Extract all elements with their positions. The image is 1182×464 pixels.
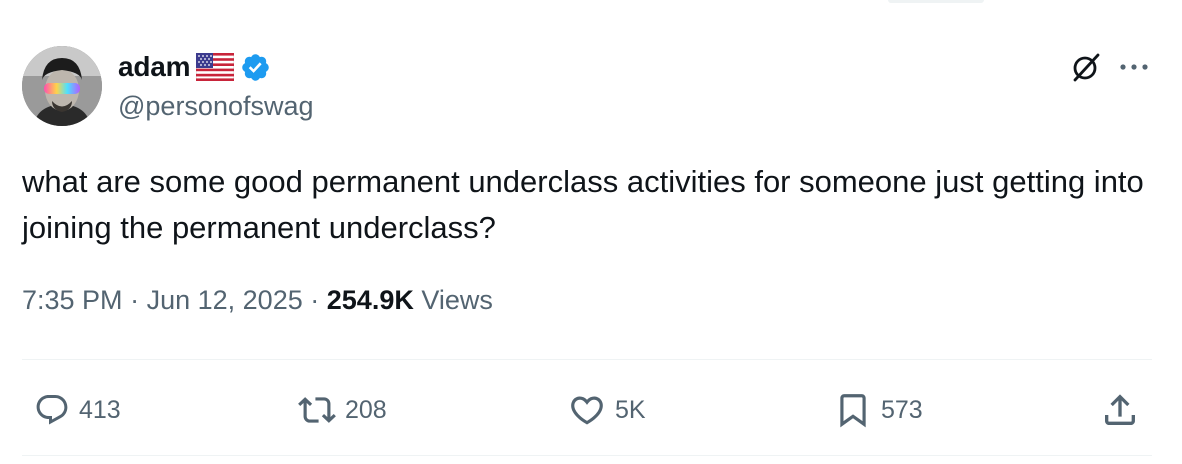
divider xyxy=(22,455,1152,456)
reply-count: 413 xyxy=(79,395,121,424)
meta-separator: · xyxy=(130,285,140,315)
bookmark-button[interactable]: 573 xyxy=(834,388,923,432)
scroll-indicator xyxy=(888,0,984,3)
author-handle[interactable]: @personofswag xyxy=(118,91,314,122)
tweet-time[interactable]: 7:35 PM xyxy=(22,285,123,316)
bookmark-icon xyxy=(840,394,866,428)
like-button[interactable]: 5K xyxy=(568,388,646,432)
reply-icon xyxy=(36,395,68,425)
grok-icon xyxy=(1073,53,1100,82)
repost-button[interactable]: 208 xyxy=(298,388,387,432)
repost-count: 208 xyxy=(345,395,387,424)
grok-button[interactable] xyxy=(1064,48,1108,86)
like-count: 5K xyxy=(615,395,646,424)
share-icon xyxy=(1105,394,1135,425)
views-count[interactable]: 254.9K xyxy=(327,285,414,316)
meta-separator: · xyxy=(310,285,320,315)
divider xyxy=(22,359,1152,360)
us-flag-icon xyxy=(196,53,235,81)
avatar[interactable] xyxy=(22,46,102,126)
author-name-row: adam xyxy=(118,50,271,84)
views-label: Views xyxy=(421,285,493,315)
repost-icon xyxy=(298,397,336,423)
verified-badge-icon[interactable] xyxy=(240,52,271,83)
author-display-name[interactable]: adam xyxy=(118,51,191,83)
share-button[interactable] xyxy=(1100,388,1140,432)
avatar-image xyxy=(22,46,102,126)
tweet-metadata: 7:35 PM · Jun 12, 2025 · 254.9K Views xyxy=(22,285,493,316)
heart-icon xyxy=(571,396,603,425)
reply-button[interactable]: 413 xyxy=(34,388,121,432)
more-icon xyxy=(1120,64,1148,70)
tweet-date[interactable]: Jun 12, 2025 xyxy=(147,285,303,316)
tweet-text: what are some good permanent underclass … xyxy=(22,164,1144,245)
bookmark-count: 573 xyxy=(881,395,923,424)
more-button[interactable] xyxy=(1112,48,1156,86)
